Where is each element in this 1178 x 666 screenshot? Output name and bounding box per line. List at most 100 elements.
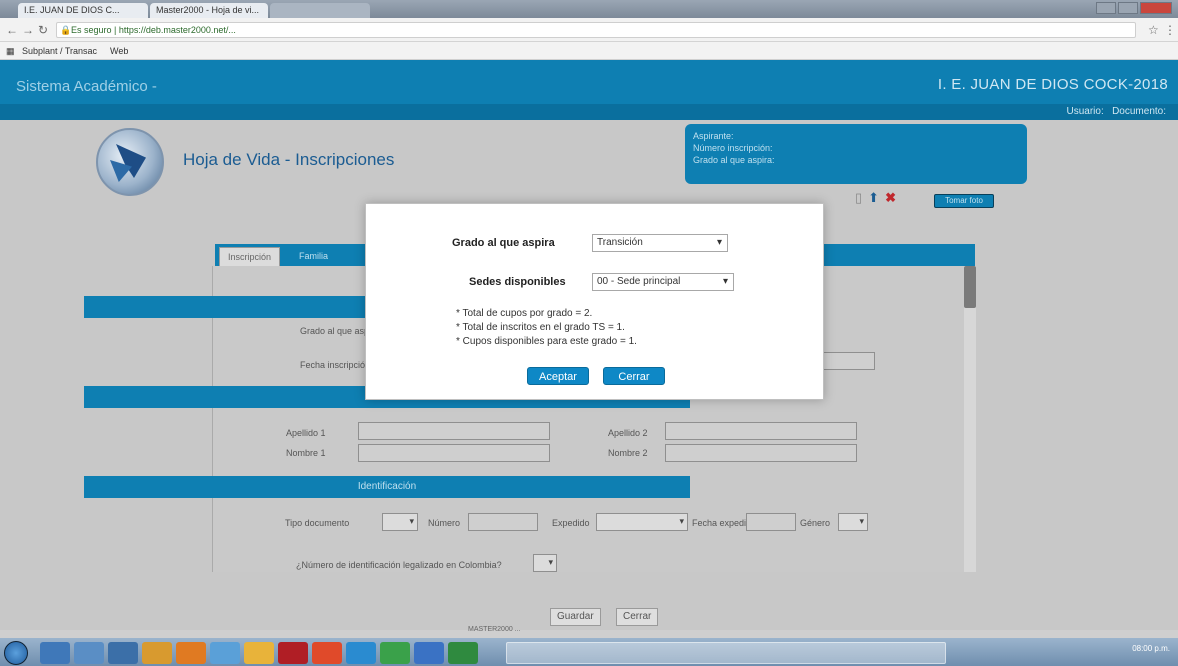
start-button[interactable]: [4, 641, 28, 665]
modal-cerrar-button[interactable]: Cerrar: [603, 367, 665, 385]
note-total-cupos: * Total de cupos por grado = 2.: [456, 308, 593, 319]
taskbar-explorer-icon[interactable]: [74, 642, 104, 664]
expedido-select[interactable]: [596, 513, 688, 531]
aspirant-info-box: Aspirante: Número inscripción: Grado al …: [685, 124, 1027, 184]
modal-sedes-label: Sedes disponibles: [469, 276, 566, 288]
legalizado-select[interactable]: [533, 554, 557, 572]
reload-icon[interactable]: ↻: [38, 22, 48, 38]
bookmark-1[interactable]: Subplant / Transac: [22, 42, 97, 60]
document-label: Documento:: [1112, 106, 1166, 117]
taskbar-pdf-icon[interactable]: [278, 642, 308, 664]
school-logo: [96, 128, 164, 196]
apellido2-label: Apellido 2: [608, 428, 648, 438]
numero-label: Número: [428, 518, 461, 528]
tab-familia[interactable]: Familia: [291, 247, 336, 266]
numero-field[interactable]: [468, 513, 538, 531]
note-total-inscritos: * Total de inscritos en el grado TS = 1.: [456, 322, 625, 333]
grado-select[interactable]: Transición: [592, 234, 728, 252]
fecha-expedicion-field[interactable]: [746, 513, 796, 531]
guardar-button[interactable]: Guardar: [550, 608, 601, 626]
taskbar-media-icon[interactable]: [176, 642, 206, 664]
cerrar-button[interactable]: Cerrar: [616, 608, 659, 626]
taskbar-app-icon[interactable]: [244, 642, 274, 664]
legalizado-label: ¿Número de identificación legalizado en …: [296, 560, 502, 570]
browser-toolbar: ← → ↻ 🔒 Es seguro | https://deb.master20…: [0, 18, 1178, 42]
modal-grado-label: Grado al que aspira: [452, 237, 555, 249]
taskbar-active-window[interactable]: [506, 642, 946, 664]
apellido2-field[interactable]: [665, 422, 857, 440]
taskbar-app-icon[interactable]: [108, 642, 138, 664]
browser-tabstrip: I.E. JUAN DE DIOS C... Master2000 - Hoja…: [0, 0, 1178, 18]
scrollbar[interactable]: [964, 266, 976, 572]
grade-label: Grado al que aspira:: [693, 155, 775, 165]
fecha-inscripcion-field[interactable]: [820, 352, 875, 370]
scrollbar-thumb[interactable]: [964, 266, 976, 308]
take-photo-button[interactable]: Tomar foto: [934, 194, 994, 208]
lock-icon: 🔒: [60, 25, 72, 35]
user-info: Usuario: Documento:: [1066, 106, 1166, 117]
expedido-label: Expedido: [552, 518, 590, 528]
browser-tab-1[interactable]: I.E. JUAN DE DIOS C...: [18, 3, 148, 18]
document-icon[interactable]: ▯: [855, 191, 862, 205]
taskbar-skype-icon[interactable]: [346, 642, 376, 664]
page-title: Hoja de Vida - Inscripciones: [183, 150, 395, 169]
nombre2-field[interactable]: [665, 444, 857, 462]
fecha-inscripcion-label: Fecha inscripción: [300, 360, 371, 370]
address-bar[interactable]: 🔒 Es seguro | https://deb.master2000.net…: [56, 22, 1136, 38]
user-label: Usuario:: [1066, 106, 1104, 117]
aceptar-button[interactable]: Aceptar: [527, 367, 589, 385]
browser-tab-3[interactable]: [270, 3, 370, 18]
tipo-documento-select[interactable]: [382, 513, 418, 531]
bookmark-2[interactable]: Web: [110, 42, 128, 60]
app-header: Sistema Académico - I. E. JUAN DE DIOS C…: [0, 60, 1178, 120]
tipo-documento-label: Tipo documento: [285, 518, 350, 528]
note-cupos-disponibles: * Cupos disponibles para este grado = 1.: [456, 336, 637, 347]
forward-icon[interactable]: →: [22, 22, 34, 38]
maximize-button[interactable]: [1118, 2, 1138, 14]
minimize-button[interactable]: [1096, 2, 1116, 14]
taskbar-folder-icon[interactable]: [142, 642, 172, 664]
apellido1-label: Apellido 1: [286, 428, 326, 438]
taskbar-app-icon[interactable]: [210, 642, 240, 664]
school-name: I. E. JUAN DE DIOS COCK-2018: [937, 76, 1168, 93]
menu-icon[interactable]: ⋮: [1164, 22, 1176, 38]
delete-x-icon[interactable]: ✖: [885, 191, 896, 205]
page-tools: ▯ ⬆ ✖: [855, 191, 896, 205]
grade-selection-dialog: Grado al que aspira Transición Sedes dis…: [365, 203, 824, 400]
footer-text: MASTER2000 ...: [468, 626, 521, 633]
grado-select-value: Transición: [597, 237, 643, 248]
taskbar-excel-icon[interactable]: [448, 642, 478, 664]
user-bar: Usuario: Documento:: [0, 104, 1178, 120]
genero-label: Género: [800, 518, 831, 528]
clock-time: 08:00 p.m.: [1132, 644, 1170, 653]
apps-icon[interactable]: ▦: [6, 42, 15, 60]
sedes-select[interactable]: 00 - Sede principal: [592, 273, 734, 291]
bookmarks-bar: ▦ Subplant / Transac Web: [0, 42, 1178, 60]
section-bar-identificacion: Identificación: [84, 476, 690, 498]
taskbar-ie-icon[interactable]: [40, 642, 70, 664]
inscription-number-label: Número inscripción:: [693, 143, 773, 153]
browser-tab-label: I.E. JUAN DE DIOS C...: [24, 5, 120, 15]
taskbar-firefox-icon[interactable]: [312, 642, 342, 664]
browser-tab-2[interactable]: Master2000 - Hoja de vi...: [150, 3, 268, 18]
nombre1-field[interactable]: [358, 444, 550, 462]
app-title[interactable]: Sistema Académico -: [16, 78, 157, 95]
browser-tab-label: Master2000 - Hoja de vi...: [156, 5, 260, 15]
close-window-button[interactable]: [1140, 2, 1172, 14]
taskbar-outlook-icon[interactable]: [414, 642, 444, 664]
tab-inscripcion[interactable]: Inscripción: [219, 247, 281, 266]
apellido1-field[interactable]: [358, 422, 550, 440]
sedes-select-value: 00 - Sede principal: [597, 276, 681, 287]
taskbar-clock[interactable]: 08:00 p.m.: [1132, 644, 1170, 653]
back-icon[interactable]: ←: [6, 22, 18, 38]
aspirant-label: Aspirante:: [693, 131, 734, 141]
up-arrow-icon[interactable]: ⬆: [868, 191, 879, 205]
taskbar: 08:00 p.m.: [0, 638, 1178, 666]
nombre2-label: Nombre 2: [608, 448, 648, 458]
address-bar-url: Es seguro | https://deb.master2000.net/.…: [71, 25, 236, 35]
nombre1-label: Nombre 1: [286, 448, 326, 458]
genero-select[interactable]: [838, 513, 868, 531]
star-icon[interactable]: ☆: [1148, 22, 1159, 38]
taskbar-chrome-icon[interactable]: [380, 642, 410, 664]
window-controls: [1096, 2, 1172, 16]
